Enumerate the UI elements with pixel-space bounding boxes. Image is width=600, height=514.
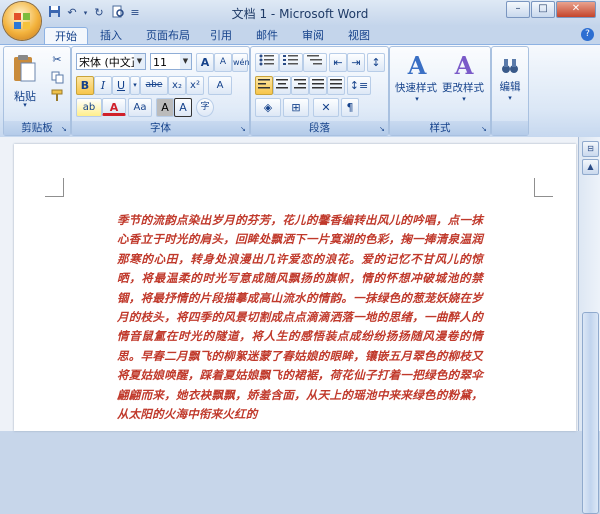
page-margin-corner <box>534 178 553 197</box>
change-styles-icon: A <box>454 51 474 80</box>
document-body-text[interactable]: 季节的流韵点染出岁月的芬芳，花儿的馨香编转出风儿的吟唱，点一抹心香立于时光的肩头… <box>117 211 483 424</box>
bullets-button[interactable] <box>255 53 279 72</box>
strikethrough-button[interactable]: abe <box>140 76 168 95</box>
character-border-button[interactable]: A <box>174 98 192 117</box>
quick-styles-icon: A <box>407 51 427 80</box>
clipboard-group: 粘贴 ▾ ✂ 剪贴板 ↘ <box>3 46 71 136</box>
distributed-button[interactable] <box>327 76 345 95</box>
ruler-toggle-icon[interactable]: ⊟ <box>582 141 599 157</box>
underline-dropdown-icon[interactable]: ▾ <box>130 76 140 95</box>
character-shading-button[interactable]: A <box>156 98 174 117</box>
cut-icon[interactable]: ✂ <box>48 52 66 70</box>
sort-icon[interactable]: ↕ <box>367 53 385 72</box>
quick-styles-button[interactable]: A 快速样式 ▾ <box>394 51 440 109</box>
multilevel-list-button[interactable] <box>303 53 327 72</box>
help-icon[interactable]: ? <box>581 28 594 41</box>
numbering-button[interactable] <box>279 53 303 72</box>
font-group: 宋体 (中文正文)▼ 11▼ A A wén B I U ▾ abe x₂ x²… <box>71 46 250 136</box>
decrease-indent-icon[interactable]: ⇤ <box>329 53 347 72</box>
editing-group: 编辑 ▾ <box>491 46 529 136</box>
font-group-label: 字体 <box>72 121 249 135</box>
increase-indent-icon[interactable]: ⇥ <box>347 53 365 72</box>
minimize-button[interactable]: – <box>506 1 530 18</box>
bold-button[interactable]: B <box>76 76 94 95</box>
copy-icon[interactable] <box>48 70 66 88</box>
font-size-combo[interactable]: 11 ▼ <box>150 53 192 70</box>
binoculars-icon <box>502 59 518 73</box>
styles-group-label: 样式 <box>390 121 490 135</box>
superscript-button[interactable]: x² <box>186 76 204 95</box>
font-size-dropdown-icon[interactable]: ▼ <box>180 54 191 69</box>
justify-button[interactable] <box>309 76 327 95</box>
font-color-button[interactable]: A <box>102 98 126 116</box>
phonetic-guide-icon[interactable]: wén <box>232 53 250 72</box>
clipboard-launcher-icon[interactable]: ↘ <box>61 125 69 133</box>
tab-mailings[interactable]: 邮件 <box>250 27 284 44</box>
grow-font-icon[interactable]: A <box>196 53 214 72</box>
font-name-combo[interactable]: 宋体 (中文正文)▼ <box>76 53 146 70</box>
page-margin-corner <box>45 178 64 197</box>
tab-page-layout[interactable]: 页面布局 <box>140 27 196 44</box>
close-button[interactable]: ✕ <box>556 1 596 18</box>
highlight-color-button[interactable]: ab <box>76 98 102 117</box>
paste-button[interactable]: 粘贴 ▾ <box>7 51 43 111</box>
format-painter-icon[interactable] <box>48 88 66 106</box>
paragraph-group-label: 段落 <box>251 121 388 135</box>
change-styles-button[interactable]: A 更改样式 ▾ <box>440 51 488 109</box>
shading-button[interactable]: ◈ <box>255 98 281 117</box>
font-launcher-icon[interactable]: ↘ <box>240 125 248 133</box>
paste-icon <box>14 55 36 82</box>
underline-button[interactable]: U <box>112 76 130 95</box>
tab-references[interactable]: 引用 <box>204 27 238 44</box>
align-left-button[interactable] <box>255 76 273 95</box>
office-button[interactable] <box>3 2 41 40</box>
change-case-button[interactable]: Aa <box>128 98 152 117</box>
align-right-button[interactable] <box>291 76 309 95</box>
clear-formatting-button[interactable]: A <box>208 76 232 95</box>
borders-button[interactable]: ⊞ <box>283 98 309 117</box>
window-controls: – □ ✕ <box>506 1 596 18</box>
line-spacing-button[interactable]: ↕≡ <box>347 76 371 95</box>
vertical-scrollbar[interactable]: ⊟ ▲ <box>578 137 600 514</box>
scroll-up-icon[interactable]: ▲ <box>582 159 599 175</box>
shrink-font-icon[interactable]: A <box>214 53 232 72</box>
tab-review[interactable]: 审阅 <box>296 27 330 44</box>
asian-layout-button[interactable]: ✕ <box>313 98 339 117</box>
show-hide-button[interactable]: ¶ <box>341 98 359 117</box>
styles-launcher-icon[interactable]: ↘ <box>481 125 489 133</box>
subscript-button[interactable]: x₂ <box>168 76 186 95</box>
tab-insert[interactable]: 插入 <box>94 27 128 44</box>
paragraph-group: ⇤ ⇥ ↕ ↕≡ ◈ ⊞ ✕ ¶ 段落 ↘ <box>250 46 389 136</box>
font-name-dropdown-icon[interactable]: ▼ <box>134 54 145 69</box>
tab-view[interactable]: 视图 <box>342 27 376 44</box>
office-logo-icon <box>14 13 30 29</box>
paragraph-launcher-icon[interactable]: ↘ <box>379 125 387 133</box>
styles-group: A 快速样式 ▾ A 更改样式 ▾ 样式 ↘ <box>389 46 491 136</box>
editing-group-label <box>492 121 528 135</box>
enclose-characters-button[interactable]: 字 <box>196 98 214 117</box>
tab-home[interactable]: 开始 <box>44 27 88 45</box>
italic-button[interactable]: I <box>94 76 112 95</box>
maximize-button[interactable]: □ <box>531 1 555 18</box>
editing-button[interactable]: 编辑 ▾ <box>494 51 526 109</box>
align-center-button[interactable] <box>273 76 291 95</box>
scrollbar-thumb[interactable] <box>582 312 599 514</box>
